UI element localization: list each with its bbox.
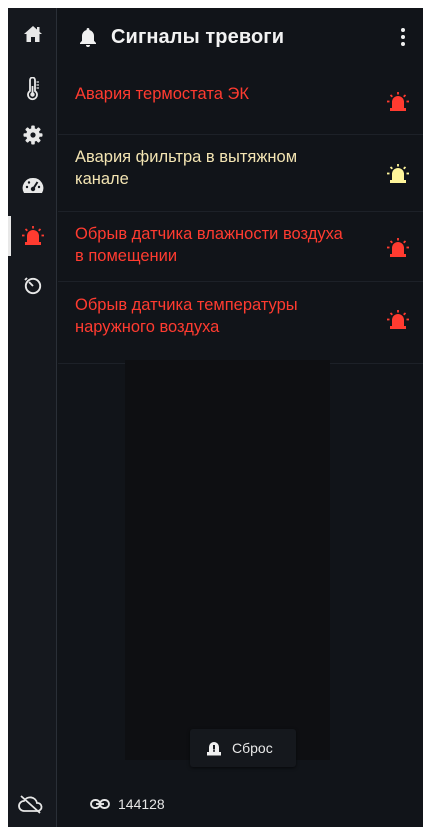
bell-icon — [80, 28, 96, 47]
alarm-row[interactable]: Обрыв датчика влажности воздуха в помеще… — [58, 212, 423, 282]
alarm-text: Обрыв датчика влажности воздуха в помеще… — [75, 225, 343, 265]
alarm-text: Авария термостата ЭК — [75, 85, 249, 103]
more-vertical-icon — [401, 28, 405, 32]
reset-alarms-button[interactable]: Сброс — [190, 729, 296, 767]
cloud-off-icon — [18, 795, 43, 814]
content-area — [125, 360, 330, 760]
alarm-row[interactable]: Обрыв датчика температуры наружного возд… — [58, 282, 423, 364]
alarm-light-icon — [387, 310, 409, 329]
alarm-row[interactable]: Авария термостата ЭК — [58, 66, 423, 135]
connection-status: 144128 — [78, 792, 165, 816]
sidebar-item-timer[interactable] — [8, 265, 57, 305]
reset-button-label: Сброс — [232, 740, 273, 756]
app-window: Сигналы тревоги Авария термостата ЭК Авар… — [8, 8, 423, 827]
alarm-light-icon — [387, 164, 409, 183]
sidebar-item-alarms[interactable] — [8, 216, 57, 256]
sidebar-item-settings[interactable] — [8, 115, 57, 155]
alarm-light-icon — [387, 238, 409, 257]
alarm-light-icon — [21, 226, 44, 245]
sidebar-item-temperature[interactable] — [8, 69, 57, 109]
more-menu-button[interactable] — [395, 25, 411, 49]
device-id: 144128 — [118, 796, 165, 812]
alarm-reset-icon — [207, 742, 221, 756]
alarm-row[interactable]: Авария фильтра в вытяжном канале — [58, 135, 423, 212]
page-title: Сигналы тревоги — [111, 25, 285, 48]
home-icon — [23, 26, 42, 42]
link-icon — [90, 799, 110, 809]
app-header: Сигналы тревоги — [58, 8, 423, 66]
thermometer-icon — [26, 77, 39, 101]
speedometer-icon — [22, 177, 43, 193]
alarm-light-icon — [387, 92, 409, 111]
gear-icon — [23, 125, 42, 145]
sidebar-item-home[interactable] — [8, 14, 57, 54]
alarm-text: Авария фильтра в вытяжном канале — [75, 148, 298, 188]
sidebar — [8, 8, 57, 827]
sidebar-item-dashboard[interactable] — [8, 167, 57, 207]
timer-icon — [23, 277, 41, 295]
alarm-text: Обрыв датчика температуры наружного возд… — [75, 296, 298, 336]
